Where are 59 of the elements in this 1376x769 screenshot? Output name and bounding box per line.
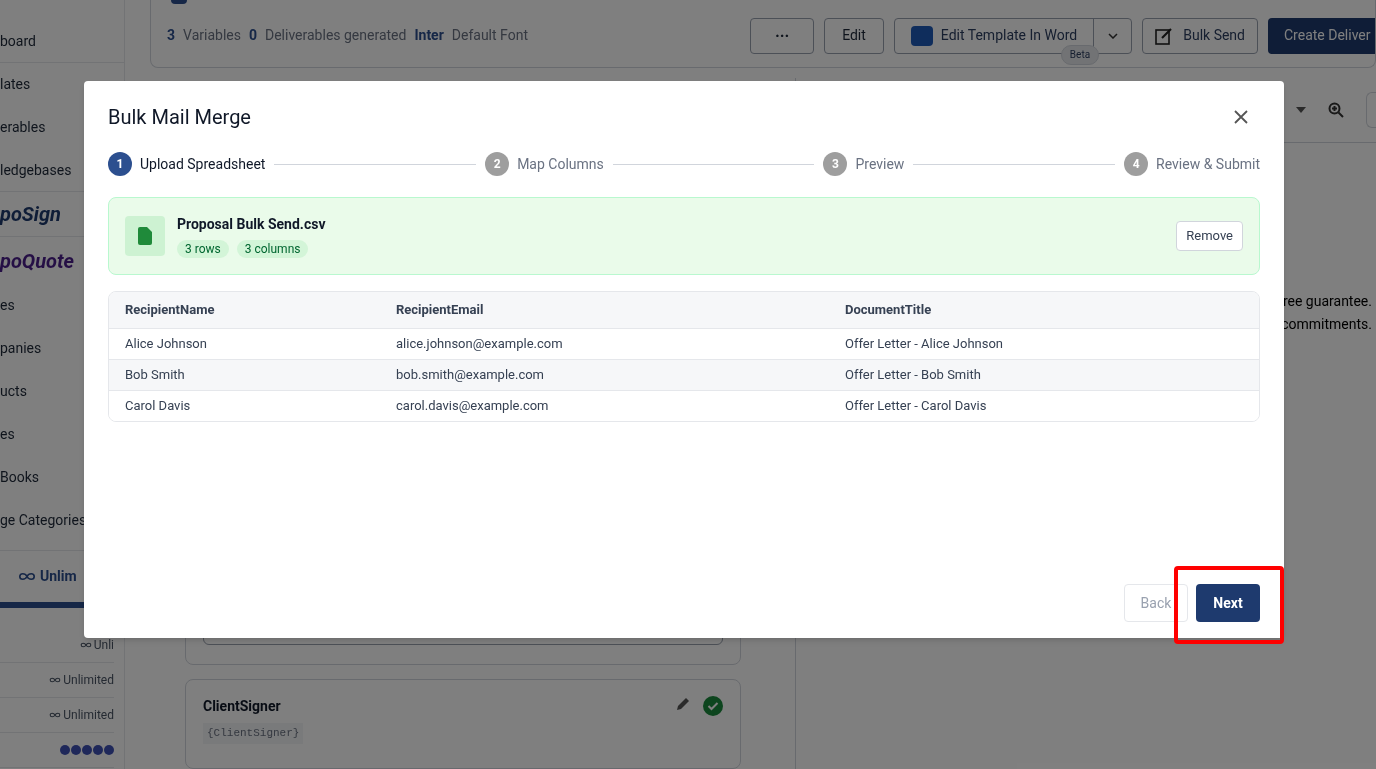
table-cell: Offer Letter - Bob Smith: [829, 359, 1259, 390]
table-cell: bob.smith@example.com: [380, 359, 829, 390]
table-cell: Bob Smith: [109, 359, 380, 390]
more-button[interactable]: ···: [750, 17, 815, 54]
stat-value: 0: [248, 26, 257, 45]
step-label[interactable]: Preview: [855, 153, 905, 175]
file-name: Proposal Bulk Send.csv: [177, 215, 327, 234]
file-tag: 3 columns: [236, 240, 309, 258]
column-header: RecipientEmail: [380, 292, 829, 328]
zoom-in-icon[interactable]: [1328, 102, 1344, 118]
chevron-down-icon: [1107, 32, 1118, 39]
remove-button[interactable]: Remove: [1176, 221, 1243, 251]
step-label[interactable]: Map Columns: [517, 153, 604, 175]
table-cell: Offer Letter - Alice Johnson: [829, 328, 1259, 359]
preview-text: commitments.: [1281, 315, 1373, 334]
step-number[interactable]: 4: [1124, 152, 1149, 176]
step-label[interactable]: Review & Submit: [1156, 153, 1260, 175]
word-icon: [910, 25, 933, 46]
table-cell: Carol Davis: [109, 390, 380, 421]
pencil-icon[interactable]: [675, 696, 691, 712]
stat-label: Default Font: [451, 26, 528, 45]
table-cell: Alice Johnson: [109, 328, 380, 359]
variable-token: {ClientSigner}: [203, 723, 304, 744]
next-button[interactable]: Next: [1196, 584, 1260, 622]
stat-value: Inter: [414, 26, 444, 45]
pen-square-icon: [1155, 26, 1174, 45]
step-label[interactable]: Upload Spreadsheet: [140, 153, 266, 175]
edit-button[interactable]: Edit: [824, 17, 884, 54]
table-cell: alice.johnson@example.com: [380, 328, 829, 359]
infinity-icon: [49, 712, 62, 718]
variable-name: ClientSigner: [203, 697, 282, 716]
infinity-icon: [49, 677, 62, 683]
infinity-icon: [18, 572, 36, 581]
column-header: DocumentTitle: [829, 292, 1259, 328]
close-icon[interactable]: [1234, 110, 1248, 124]
table-cell: Offer Letter - Carol Davis: [829, 390, 1259, 421]
stat-value: 3: [167, 26, 176, 45]
usage-value: Unli: [93, 637, 114, 654]
infinity-icon: [79, 642, 92, 648]
file-tag: 3 rows: [177, 240, 229, 258]
table-cell: carol.davis@example.com: [380, 390, 829, 421]
file-icon: [138, 227, 152, 245]
column-header: RecipientName: [109, 292, 380, 328]
step-number[interactable]: 2: [485, 152, 510, 176]
sidebar-item[interactable]: board: [0, 20, 124, 63]
usage-value: Unlimited: [63, 672, 114, 689]
plan-text: Unlim: [40, 567, 77, 586]
preview-text: ree guarantee.: [1282, 292, 1373, 311]
bulk-send-button[interactable]: Bulk Send: [1142, 17, 1258, 54]
caret-icon[interactable]: [1296, 107, 1306, 113]
stat-label: Variables: [183, 26, 241, 45]
stat-label: Deliverables generated: [265, 26, 407, 45]
dialog-title: Bulk Mail Merge: [108, 104, 251, 131]
beta-badge: Beta: [1060, 44, 1100, 65]
usage-value: Unlimited: [63, 707, 114, 724]
create-button[interactable]: Create Deliver: [1268, 17, 1375, 54]
dots-indicator: [60, 745, 114, 755]
step-number[interactable]: 3: [823, 152, 848, 176]
step-number[interactable]: 1: [108, 152, 132, 176]
